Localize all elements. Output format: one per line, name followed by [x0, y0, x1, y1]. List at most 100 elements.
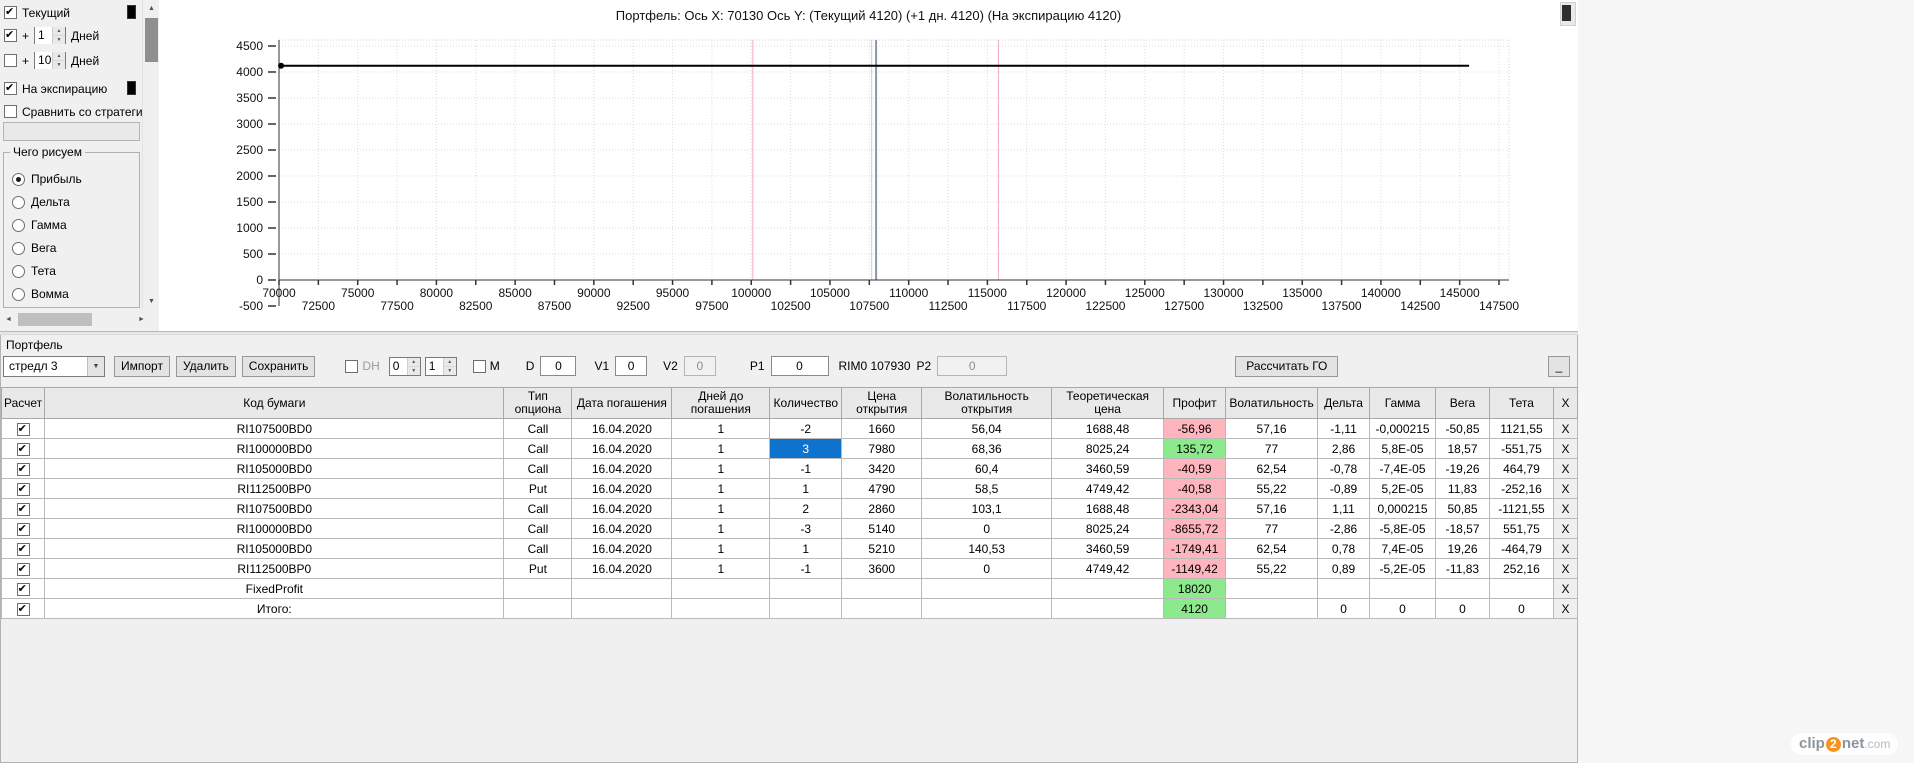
- radio-vomma[interactable]: [12, 287, 25, 301]
- price-cell[interactable]: 3420: [841, 458, 923, 479]
- delete-row-button[interactable]: X: [1552, 518, 1579, 539]
- scroll-up-icon[interactable]: ▲: [143, 0, 160, 17]
- profit-cell[interactable]: -1149,42: [1163, 558, 1227, 579]
- qty-cell[interactable]: 1: [769, 478, 843, 499]
- date-cell[interactable]: [571, 598, 673, 619]
- qty-cell[interactable]: -3: [769, 518, 843, 539]
- date-cell[interactable]: [571, 578, 673, 599]
- radio-delta[interactable]: [12, 195, 25, 209]
- profit-cell[interactable]: -2343,04: [1163, 498, 1227, 519]
- theta-cell[interactable]: 252,16: [1488, 558, 1554, 579]
- vol-cell[interactable]: 62,54: [1225, 458, 1319, 479]
- gamma-cell[interactable]: 0,000215: [1369, 498, 1437, 519]
- row-calc-checkbox[interactable]: [16, 582, 30, 596]
- row-calc-checkbox[interactable]: [16, 542, 30, 556]
- type-cell[interactable]: Call: [503, 498, 573, 519]
- vol-cell[interactable]: [1225, 598, 1319, 619]
- row-calc-checkbox[interactable]: [16, 562, 30, 576]
- vega-cell[interactable]: 11,83: [1435, 478, 1490, 499]
- vol_open-cell[interactable]: 140,53: [921, 538, 1053, 559]
- gamma-cell[interactable]: 5,8E-05: [1369, 438, 1437, 459]
- delete-row-button[interactable]: X: [1552, 578, 1579, 599]
- dh-spinner-2[interactable]: 1 ▲ ▼: [424, 356, 457, 376]
- chevron-down-icon[interactable]: ▼: [87, 356, 104, 376]
- spin-up-icon[interactable]: ▲: [443, 357, 456, 367]
- delta-cell[interactable]: 2,86: [1317, 438, 1371, 459]
- days-cell[interactable]: 1: [671, 518, 771, 539]
- row-calc-checkbox[interactable]: [16, 442, 30, 456]
- days-cell[interactable]: [671, 578, 771, 599]
- delete-row-button[interactable]: X: [1552, 558, 1579, 579]
- delete-row-button[interactable]: X: [1552, 598, 1579, 619]
- delete-row-button[interactable]: X: [1552, 478, 1579, 499]
- qty-cell[interactable]: 2: [769, 498, 843, 519]
- vol_open-cell[interactable]: 58,5: [921, 478, 1053, 499]
- days-cell[interactable]: 1: [671, 478, 771, 499]
- vol-cell[interactable]: [1225, 578, 1319, 599]
- profit-cell[interactable]: -40,59: [1163, 458, 1227, 479]
- code-cell[interactable]: RI107500BD0: [44, 498, 505, 519]
- m-checkbox[interactable]: [472, 359, 486, 373]
- qty-cell[interactable]: 3: [769, 438, 843, 459]
- gamma-cell[interactable]: 0: [1369, 598, 1437, 619]
- date-cell[interactable]: 16.04.2020: [571, 478, 673, 499]
- vol-cell[interactable]: 57,16: [1225, 418, 1319, 439]
- dh-spinner-1[interactable]: 0 ▲ ▼: [388, 356, 421, 376]
- theor-cell[interactable]: 3460,59: [1051, 458, 1165, 479]
- column-header-15[interactable]: X: [1552, 387, 1579, 419]
- theor-cell[interactable]: 1688,48: [1051, 498, 1165, 519]
- profit-cell[interactable]: -56,96: [1163, 418, 1227, 439]
- type-cell[interactable]: Call: [503, 438, 573, 459]
- d-input[interactable]: 0: [540, 356, 577, 376]
- delta-cell[interactable]: -1,11: [1317, 418, 1371, 439]
- row-calc-checkbox[interactable]: [16, 602, 30, 616]
- calc-go-button[interactable]: Рассчитать ГО: [1235, 355, 1339, 377]
- qty-cell[interactable]: -1: [769, 558, 843, 579]
- gamma-cell[interactable]: -0,000215: [1369, 418, 1437, 439]
- profit-cell[interactable]: 18020: [1163, 578, 1227, 599]
- spin-down-icon[interactable]: ▼: [53, 36, 66, 44]
- code-cell[interactable]: RI100000BD0: [44, 518, 505, 539]
- qty-cell[interactable]: [769, 578, 843, 599]
- vol_open-cell[interactable]: 0: [921, 518, 1053, 539]
- scroll-thumb[interactable]: [145, 18, 158, 62]
- column-header-3[interactable]: Дата погашения: [571, 387, 673, 419]
- delta-cell[interactable]: -2,86: [1317, 518, 1371, 539]
- panel-vertical-scrollbar[interactable]: ▲ ▼: [142, 0, 159, 310]
- date-cell[interactable]: 16.04.2020: [571, 438, 673, 459]
- theor-cell[interactable]: 8025,24: [1051, 438, 1165, 459]
- theta-cell[interactable]: 551,75: [1488, 518, 1554, 539]
- dh-checkbox[interactable]: [345, 359, 359, 373]
- theor-cell[interactable]: 4749,42: [1051, 558, 1165, 579]
- delta-cell[interactable]: 0,78: [1317, 538, 1371, 559]
- current-color-swatch[interactable]: [127, 5, 136, 19]
- scroll-thumb[interactable]: [1562, 5, 1571, 21]
- column-header-5[interactable]: Количество: [769, 387, 843, 419]
- save-button[interactable]: Сохранить: [241, 355, 316, 377]
- plus1-checkbox[interactable]: [4, 28, 17, 42]
- code-cell[interactable]: RI107500BD0: [44, 418, 505, 439]
- vol-cell[interactable]: 77: [1225, 438, 1319, 459]
- row-calc-checkbox[interactable]: [16, 522, 30, 536]
- current-checkbox[interactable]: [4, 5, 17, 19]
- delete-row-button[interactable]: X: [1552, 498, 1579, 519]
- qty-cell[interactable]: 1: [769, 538, 843, 559]
- vega-cell[interactable]: -18,57: [1435, 518, 1490, 539]
- vol-cell[interactable]: 62,54: [1225, 538, 1319, 559]
- code-cell[interactable]: RI100000BD0: [44, 438, 505, 459]
- theor-cell[interactable]: 4749,42: [1051, 478, 1165, 499]
- days-cell[interactable]: [671, 598, 771, 619]
- column-header-6[interactable]: Цена открытия: [841, 387, 923, 419]
- code-cell[interactable]: RI112500BP0: [44, 478, 505, 499]
- theor-cell[interactable]: 8025,24: [1051, 518, 1165, 539]
- price-cell[interactable]: 7980: [841, 438, 923, 459]
- gamma-cell[interactable]: 5,2E-05: [1369, 478, 1437, 499]
- row-calc-checkbox[interactable]: [16, 422, 30, 436]
- vega-cell[interactable]: 50,85: [1435, 498, 1490, 519]
- days-cell[interactable]: 1: [671, 538, 771, 559]
- profit-cell[interactable]: 4120: [1163, 598, 1227, 619]
- p1-input[interactable]: 0: [770, 356, 829, 376]
- v1-input[interactable]: 0: [615, 356, 648, 376]
- vega-cell[interactable]: [1435, 578, 1490, 599]
- radio-vega[interactable]: [12, 241, 25, 255]
